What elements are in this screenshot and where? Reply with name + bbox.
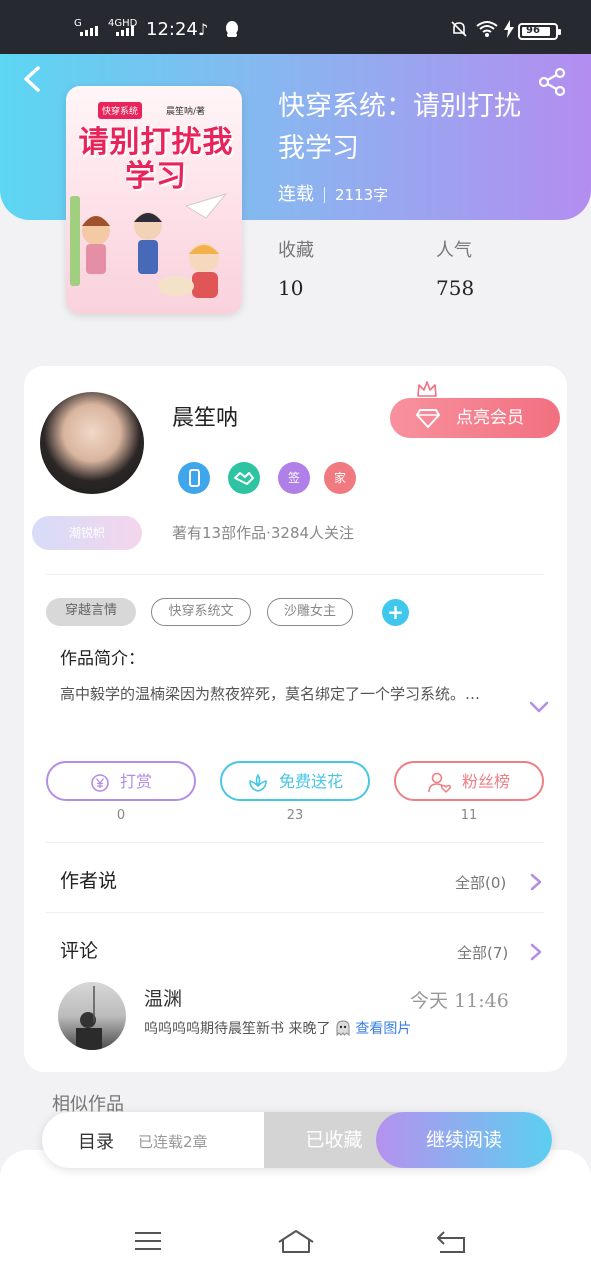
vip-button[interactable]: 点亮会员: [390, 398, 560, 438]
book-status: 连载: [278, 184, 314, 205]
fans-icon: [428, 772, 452, 793]
popularity-stat: 人气 758: [436, 236, 474, 300]
chevron-left-icon: [24, 66, 40, 92]
comments-label: 评论: [60, 940, 99, 962]
book-title: 快穿系统：请别打扰我学习: [278, 91, 521, 164]
add-tag-button[interactable]: +: [382, 599, 409, 626]
tiktok-icon: ♪: [198, 20, 209, 39]
tag-item[interactable]: 穿越言情: [46, 598, 136, 626]
divider: [46, 842, 544, 843]
book-cover[interactable]: 快穿系统 晨笙呐/著 请别打扰我学习: [66, 86, 242, 314]
cover-illustration: [70, 193, 228, 298]
tag-item[interactable]: 沙雕女主: [267, 598, 353, 626]
menu-icon[interactable]: [132, 1228, 164, 1254]
comment-body: 呜呜呜呜期待晨笙新书 来晚了: [144, 1021, 331, 1037]
chevron-right-icon[interactable]: [528, 942, 544, 962]
commenter-avatar[interactable]: [58, 982, 126, 1050]
flower-icon: [249, 773, 267, 792]
yen-icon: [91, 773, 109, 792]
reward-label: 打赏: [119, 772, 152, 791]
status-bar: G 4GHD 12:24 ♪ 96: [0, 0, 591, 54]
phone-badge-icon[interactable]: [178, 462, 210, 494]
wifi-icon: [476, 20, 498, 42]
comment-text: 呜呜呜呜期待晨笙新书 来晚了 查看图片: [144, 1018, 411, 1038]
continue-reading-button[interactable]: 继续阅读: [376, 1112, 552, 1168]
bottom-action-bar: 目录 已连载2章 已收藏 继续阅读: [42, 1112, 552, 1168]
popularity-value: 758: [436, 276, 475, 300]
home-badge-icon[interactable]: 家: [324, 462, 356, 494]
clock: 12:24: [146, 19, 198, 40]
diamond-icon: [416, 409, 440, 428]
reward-button[interactable]: 打赏: [46, 761, 196, 801]
sign-badge-icon[interactable]: 签: [278, 462, 310, 494]
battery-icon: 96: [518, 23, 561, 40]
bottom-sheet: [0, 1150, 591, 1280]
book-meta: 连载 2113字: [278, 180, 388, 206]
charging-icon: [504, 20, 514, 42]
favorites-label: 收藏: [278, 240, 314, 261]
back-nav-icon[interactable]: [434, 1228, 468, 1256]
divider: [46, 574, 544, 575]
author-says-all-link[interactable]: 全部(0): [455, 872, 506, 893]
tag-item[interactable]: 快穿系统文: [151, 598, 251, 626]
home-icon[interactable]: [276, 1228, 316, 1256]
author-name[interactable]: 晨笙呐: [172, 400, 238, 432]
fans-count: 11: [460, 808, 478, 823]
comments-all-link[interactable]: 全部(7): [457, 942, 508, 963]
comment-time: 今天 11:46: [410, 990, 509, 1012]
favorites-stat: 收藏 10: [278, 236, 314, 300]
chapter-count[interactable]: 已连载2章: [138, 1131, 208, 1152]
signal-icon-2: [116, 26, 134, 36]
favorites-value: 10: [278, 276, 304, 300]
handshake-badge-icon[interactable]: [228, 462, 260, 494]
ghost-emoji-icon: [330, 1020, 355, 1037]
word-count: 2113字: [335, 186, 389, 204]
chevron-down-icon[interactable]: [528, 696, 550, 718]
author-stats: 著有13部作品·3284人关注: [172, 524, 355, 542]
crown-icon: [417, 381, 437, 397]
intro-label: 作品简介：: [60, 649, 145, 669]
signal-icon-1: [80, 26, 98, 36]
vip-button-label: 点亮会员: [456, 408, 524, 428]
battery-level: 96: [526, 25, 540, 36]
author-says-label: 作者说: [60, 870, 118, 892]
mute-icon: [450, 20, 468, 42]
commenter-name[interactable]: 温渊: [144, 984, 182, 1011]
divider: [46, 912, 544, 913]
flower-label: 免费送花: [278, 772, 343, 791]
toc-button[interactable]: 目录: [78, 1128, 114, 1154]
back-button[interactable]: [20, 64, 50, 98]
intro-text[interactable]: 高中毅学的温楠梁因为熬夜猝死，莫名绑定了一个学习系统。…: [60, 680, 510, 708]
fans-label: 粉丝榜: [461, 772, 510, 791]
reward-count: 0: [116, 808, 126, 823]
chevron-right-icon[interactable]: [528, 872, 544, 892]
popularity-label: 人气: [436, 240, 472, 261]
share-icon: [538, 67, 566, 97]
flower-count: 23: [286, 808, 304, 823]
author-avatar[interactable]: [40, 392, 144, 494]
fans-ranking-button[interactable]: 粉丝榜: [394, 761, 544, 801]
author-title-badge: 潮锐帜: [32, 516, 142, 550]
send-flower-button[interactable]: 免费送花: [220, 761, 370, 801]
view-image-link[interactable]: 查看图片: [355, 1021, 411, 1037]
qq-icon: [224, 20, 240, 42]
share-button[interactable]: [536, 66, 568, 98]
